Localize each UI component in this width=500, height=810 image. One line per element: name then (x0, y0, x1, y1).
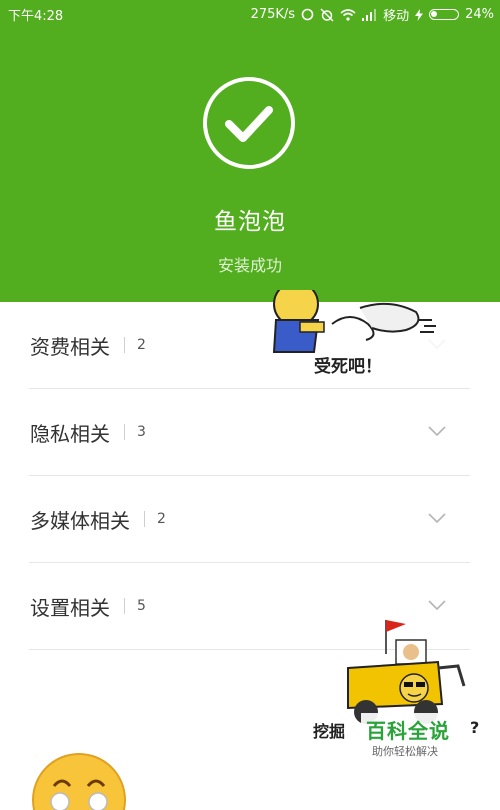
meme-caption-bottom: 挖掘 (313, 722, 346, 741)
meme-caption-top: 受死吧！ (314, 357, 382, 377)
carrier-label: 移动 (383, 9, 410, 24)
category-row-privacy[interactable]: 隐私相关 3 (29, 389, 470, 476)
category-count: 2 (137, 337, 146, 353)
battery-percent: 24% (465, 7, 494, 22)
status-right: 275K/s 移动 24% (251, 5, 494, 24)
watermark-title: 百科全说 (366, 719, 450, 743)
network-speed: 275K/s (250, 7, 296, 22)
category-count: 3 (137, 424, 146, 440)
battery-icon (429, 9, 460, 20)
divider (124, 337, 125, 353)
category-count: 2 (157, 511, 166, 527)
wifi-icon (340, 8, 356, 21)
chevron-down-icon[interactable] (428, 425, 446, 437)
emoji-face-icon (32, 753, 126, 810)
divider (124, 424, 125, 440)
status-bar: 下午4:28 275K/s 移动 24% (0, 0, 500, 26)
category-row-media[interactable]: 多媒体相关 2 (29, 476, 470, 563)
install-status: 安装成功 (217, 256, 282, 275)
category-count: 5 (137, 598, 146, 614)
success-check-icon (203, 77, 295, 169)
category-label: 隐私相关 (30, 421, 110, 446)
charging-icon (415, 8, 424, 21)
chevron-down-icon[interactable] (428, 599, 446, 611)
category-label: 设置相关 (30, 595, 110, 620)
category-label: 资费相关 (30, 334, 110, 359)
signal-icon (362, 8, 377, 21)
divider (124, 598, 125, 614)
watermark-subtitle: 助你轻松解决 (372, 745, 438, 758)
install-header: 下午4:28 275K/s 移动 24% 鱼泡泡 安装成功 (0, 0, 500, 302)
watermark: 百科全说 助你轻松解决 (361, 713, 461, 761)
status-time: 下午4:28 (8, 9, 64, 24)
alarm-off-icon (320, 7, 334, 22)
meme-question-mark: ? (470, 718, 480, 737)
sync-icon (301, 8, 314, 21)
category-label: 多媒体相关 (30, 508, 130, 533)
chevron-down-icon[interactable] (428, 512, 446, 524)
divider (144, 511, 145, 527)
app-name: 鱼泡泡 (214, 209, 286, 235)
